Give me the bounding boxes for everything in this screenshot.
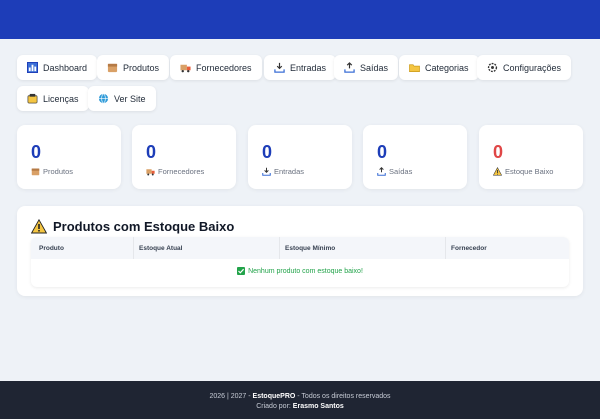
tray-in-icon [274, 62, 285, 73]
nav-fornecedores-button[interactable]: Fornecedores [170, 55, 262, 80]
nav-licencas-label: Licenças [43, 93, 79, 104]
stat-card-fornecedores: 0 Fornecedores [132, 125, 236, 189]
stat-card-saidas: 0 Saídas [363, 125, 467, 189]
stat-card-entradas: 0 Entradas [248, 125, 352, 189]
stat-label: Saídas [389, 167, 413, 176]
stat-label: Entradas [274, 167, 305, 176]
checkmark-icon [237, 267, 246, 275]
stat-value: 0 [146, 142, 157, 162]
table-header: Produto Estoque Atual Estoque Mínimo For… [31, 237, 569, 259]
stat-label: Estoque Baixo [505, 167, 554, 176]
nav-licencas-button[interactable]: Licenças [17, 86, 89, 111]
nav-produtos-label: Produtos [123, 62, 160, 73]
box-icon [107, 62, 118, 73]
column-header: Estoque Mínimo [285, 245, 336, 252]
nav-saidas-label: Saídas [360, 62, 389, 73]
nav-entradas-button[interactable]: Entradas [264, 55, 337, 80]
warning-icon [31, 219, 47, 234]
footer-rights: - Todos os direitos reservados [295, 393, 391, 400]
truck-icon [180, 62, 191, 73]
stat-card-produtos: 0 Produtos [17, 125, 121, 189]
footer: 2026 | 2027 - EstoquePRO - Todos os dire… [0, 381, 600, 419]
stat-card-estoque-baixo: 0 Estoque Baixo [479, 125, 583, 189]
column-header: Estoque Atual [139, 245, 183, 252]
top-header-bar [0, 0, 600, 39]
nav-saidas-button[interactable]: Saídas [334, 55, 399, 80]
footer-years: 2026 | 2027 - [209, 393, 253, 400]
nav-configuracoes-button[interactable]: Configurações [477, 55, 572, 80]
truck-icon [146, 167, 155, 176]
tray-out-icon [377, 167, 386, 176]
low-stock-panel: Produtos com Estoque Baixo Produto Estoq… [17, 206, 583, 296]
stat-label: Produtos [43, 167, 74, 176]
empty-state: Nenhum produto com estoque baixo! [31, 267, 569, 275]
nav-entradas-label: Entradas [290, 62, 327, 73]
chart-icon [27, 62, 38, 73]
stat-label: Fornecedores [158, 167, 205, 176]
stats-cards: 0 Produtos 0 Fornecedores 0 Entradas 0 S… [17, 125, 583, 189]
stat-value: 0 [377, 142, 388, 162]
tray-out-icon [344, 62, 355, 73]
tray-in-icon [262, 167, 271, 176]
nav-categorias-label: Categorias [425, 62, 469, 73]
panel-title: Produtos com Estoque Baixo [53, 219, 235, 234]
empty-message: Nenhum produto com estoque baixo! [248, 267, 363, 275]
footer-author: Erasmo Santos [292, 403, 344, 410]
column-header: Fornecedor [451, 245, 487, 252]
nav-categorias-button[interactable]: Categorias [399, 55, 479, 80]
nav-dashboard-button[interactable]: Dashboard [17, 55, 98, 80]
warning-icon [493, 167, 502, 176]
nav-dashboard-label: Dashboard [43, 62, 88, 73]
nav-produtos-button[interactable]: Produtos [97, 55, 170, 80]
footer-created-by: Criado por: [256, 403, 293, 410]
column-divider [279, 237, 280, 259]
nav-configuracoes-label: Configurações [503, 62, 562, 73]
gear-icon [487, 62, 498, 73]
footer-credits: Criado por: Erasmo Santos [0, 403, 600, 410]
column-divider [445, 237, 446, 259]
footer-copyright: 2026 | 2027 - EstoquePRO - Todos os dire… [0, 393, 600, 400]
stat-value: 0 [262, 142, 273, 162]
folder-icon [409, 62, 420, 73]
nav-ver-site-button[interactable]: Ver Site [88, 86, 156, 111]
column-header: Produto [39, 245, 64, 252]
low-stock-table: Produto Estoque Atual Estoque Mínimo For… [31, 237, 569, 287]
globe-icon [98, 93, 109, 104]
stat-value: 0 [493, 142, 504, 162]
column-divider [133, 237, 134, 259]
license-icon [27, 93, 38, 104]
nav-fornecedores-label: Fornecedores [196, 62, 252, 73]
footer-brand: EstoquePRO [252, 393, 296, 400]
nav-ver-site-label: Ver Site [114, 93, 146, 104]
box-icon [31, 167, 40, 176]
stat-value: 0 [31, 142, 42, 162]
